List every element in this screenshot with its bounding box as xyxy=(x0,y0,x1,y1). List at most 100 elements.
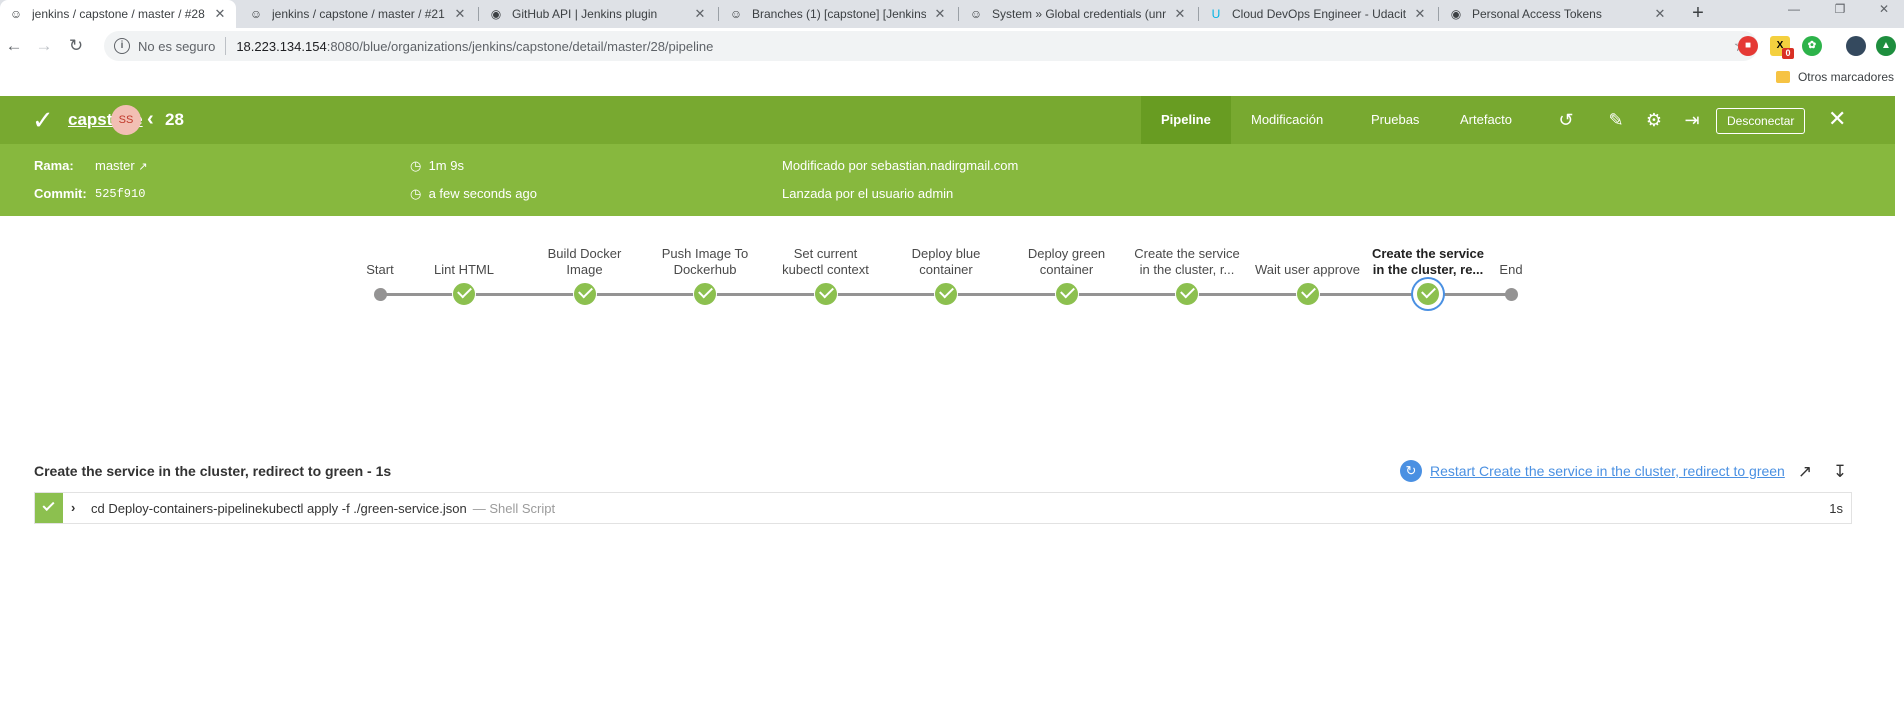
github-icon: ◉ xyxy=(1450,7,1462,21)
branch-value: master ↗ xyxy=(95,158,148,173)
pipeline-graph: Start Lint HTML Build Docker Image Push Imag… xyxy=(360,240,1540,320)
stage-label-line: container xyxy=(919,262,973,277)
address-bar[interactable]: i No es seguro 18.223.134.154:8080/blue/… xyxy=(104,31,1758,61)
run-header: ✓ capstone SS ‹ 28 Pipeline Modificación… xyxy=(0,96,1895,144)
branch-label: Rama: xyxy=(34,158,74,173)
expand-chevron-icon[interactable]: › xyxy=(71,500,75,515)
step-success-icon xyxy=(35,493,63,523)
stage-node[interactable] xyxy=(1295,282,1320,306)
step-kind: — Shell Script xyxy=(472,501,556,516)
jenkins-icon: ☺ xyxy=(969,7,983,21)
check-icon xyxy=(1421,283,1436,299)
profile-avatar[interactable] xyxy=(1846,36,1866,56)
stage-label-line: Image xyxy=(566,262,603,277)
jenkins-icon: ☺ xyxy=(9,7,23,21)
step-command: cd Deploy-containers-pipelinekubectl app… xyxy=(91,501,556,516)
tab-close-icon[interactable]: ✕ xyxy=(212,6,228,22)
changes-by: Modificado por sebastian.nadirgmail.com xyxy=(782,158,1019,173)
extension-green-icon[interactable]: ▲ xyxy=(1876,36,1896,56)
commit-label: Commit: xyxy=(34,186,87,201)
success-check-icon: ✓ xyxy=(32,105,54,135)
stage-label: Push Image To Dockerhub xyxy=(640,246,770,278)
tab-close-icon[interactable]: ✕ xyxy=(452,6,468,22)
other-bookmarks[interactable]: Otros marcadores xyxy=(1775,70,1894,84)
stage-label-line: Set current xyxy=(793,246,858,261)
restart-stage-link[interactable]: ↻ Restart Create the service in the clus… xyxy=(1400,460,1785,482)
stage-label: Set current kubectl context xyxy=(761,246,891,278)
stage-label: Build Docker Image xyxy=(520,246,650,278)
stage-node[interactable] xyxy=(572,282,597,306)
stage-label-line: Lint HTML xyxy=(434,262,494,277)
exit-classic-icon[interactable]: ⇥ xyxy=(1680,108,1704,132)
browser-tab[interactable]: ◉ GitHub API | Jenkins plugin ✕ xyxy=(480,0,716,28)
tab-close-icon[interactable]: ✕ xyxy=(1412,6,1428,22)
chevron-left-icon: ‹ xyxy=(147,108,154,130)
browser-tab[interactable]: ☺ jenkins / capstone / master / #28 ✕ xyxy=(0,0,236,28)
tab-close-icon[interactable]: ✕ xyxy=(1652,6,1668,22)
stage-label: Create the service in the cluster, r... xyxy=(1122,246,1252,278)
browser-tab[interactable]: ☺ Branches (1) [capstone] [Jenkins] ✕ xyxy=(720,0,956,28)
site-info-icon[interactable]: i xyxy=(114,38,130,54)
tab-tests[interactable]: Pruebas xyxy=(1351,96,1439,144)
tab-title: Cloud DevOps Engineer - Udacity xyxy=(1232,7,1406,21)
tab-title: jenkins / capstone / master / #21 xyxy=(272,7,445,21)
stage-node[interactable] xyxy=(1054,282,1079,306)
evernote-icon[interactable]: ✿ xyxy=(1802,36,1822,56)
check-icon xyxy=(1300,283,1316,299)
stage-label-line: in the cluster, r... xyxy=(1139,262,1235,277)
check-icon xyxy=(818,283,834,299)
jenkins-plugin-icon: ◉ xyxy=(490,7,502,21)
tab-separator xyxy=(1438,7,1439,21)
tab-separator xyxy=(958,7,959,21)
extension-red-icon[interactable]: ■ xyxy=(1738,36,1758,56)
tab-pipeline[interactable]: Pipeline xyxy=(1141,96,1231,144)
tab-close-icon[interactable]: ✕ xyxy=(692,6,708,22)
stage-label-line: Build Docker xyxy=(547,246,622,261)
back-icon[interactable]: ← xyxy=(2,34,26,58)
pipeline-start-node xyxy=(374,288,387,301)
started-time: ◷ a few seconds ago xyxy=(410,186,537,201)
tab-artifacts[interactable]: Artefacto xyxy=(1440,96,1532,144)
open-log-icon[interactable]: ↗ xyxy=(1793,460,1817,484)
tab-title: Personal Access Tokens xyxy=(1472,7,1602,21)
browser-tab[interactable]: U Cloud DevOps Engineer - Udacity ✕ xyxy=(1200,0,1436,28)
browser-tab[interactable]: ◉ Personal Access Tokens ✕ xyxy=(1440,0,1676,28)
external-link-icon: ↗ xyxy=(138,161,148,173)
minimize-icon[interactable]: — xyxy=(1774,0,1814,20)
pipeline-end-node xyxy=(1505,288,1518,301)
restart-icon: ↻ xyxy=(1400,460,1422,482)
stage-node[interactable] xyxy=(693,282,717,306)
browser-tab[interactable]: ☺ System » Global credentials (unre ✕ xyxy=(960,0,1196,28)
duration-icon: ◷ xyxy=(410,158,422,173)
window-close-icon[interactable]: ✕ xyxy=(1864,0,1904,20)
close-icon[interactable]: ✕ xyxy=(1828,106,1846,132)
logout-button[interactable]: Desconectar xyxy=(1716,108,1806,134)
tab-close-icon[interactable]: ✕ xyxy=(1172,6,1188,22)
reload-icon[interactable]: ↻ xyxy=(64,34,88,58)
browser-tab[interactable]: ☺ jenkins / capstone / master / #21 ✕ xyxy=(240,0,476,28)
user-avatar[interactable]: SS xyxy=(111,105,141,135)
new-tab-button[interactable]: + xyxy=(1686,2,1710,26)
run-number: 28 xyxy=(165,110,184,129)
settings-gear-icon[interactable]: ⚙ xyxy=(1642,108,1666,132)
edit-pencil-icon[interactable]: ✎ xyxy=(1604,108,1628,132)
download-icon[interactable]: ↧ xyxy=(1828,460,1852,484)
tab-close-icon[interactable]: ✕ xyxy=(932,6,948,22)
commit-hash: 525f910 xyxy=(95,187,146,201)
duration: ◷ 1m 9s xyxy=(410,158,464,173)
tab-separator xyxy=(718,7,719,21)
stage-node[interactable] xyxy=(452,282,476,306)
stage-node[interactable] xyxy=(1416,282,1440,306)
jenkins-icon: ☺ xyxy=(729,7,743,21)
restore-icon[interactable]: ❐ xyxy=(1820,0,1860,20)
folder-icon xyxy=(1775,71,1790,83)
tab-title: jenkins / capstone / master / #28 xyxy=(32,7,205,21)
stage-node[interactable] xyxy=(1175,282,1199,306)
step-row[interactable]: › cd Deploy-containers-pipelinekubectl a… xyxy=(34,492,1852,524)
tab-changes[interactable]: Modificación xyxy=(1231,96,1343,144)
forward-icon[interactable]: → xyxy=(32,34,56,58)
jenkins-icon: ☺ xyxy=(249,7,263,21)
rerun-icon[interactable]: ↺ xyxy=(1554,108,1578,132)
stage-node[interactable] xyxy=(813,282,838,306)
stage-node[interactable] xyxy=(934,282,958,306)
